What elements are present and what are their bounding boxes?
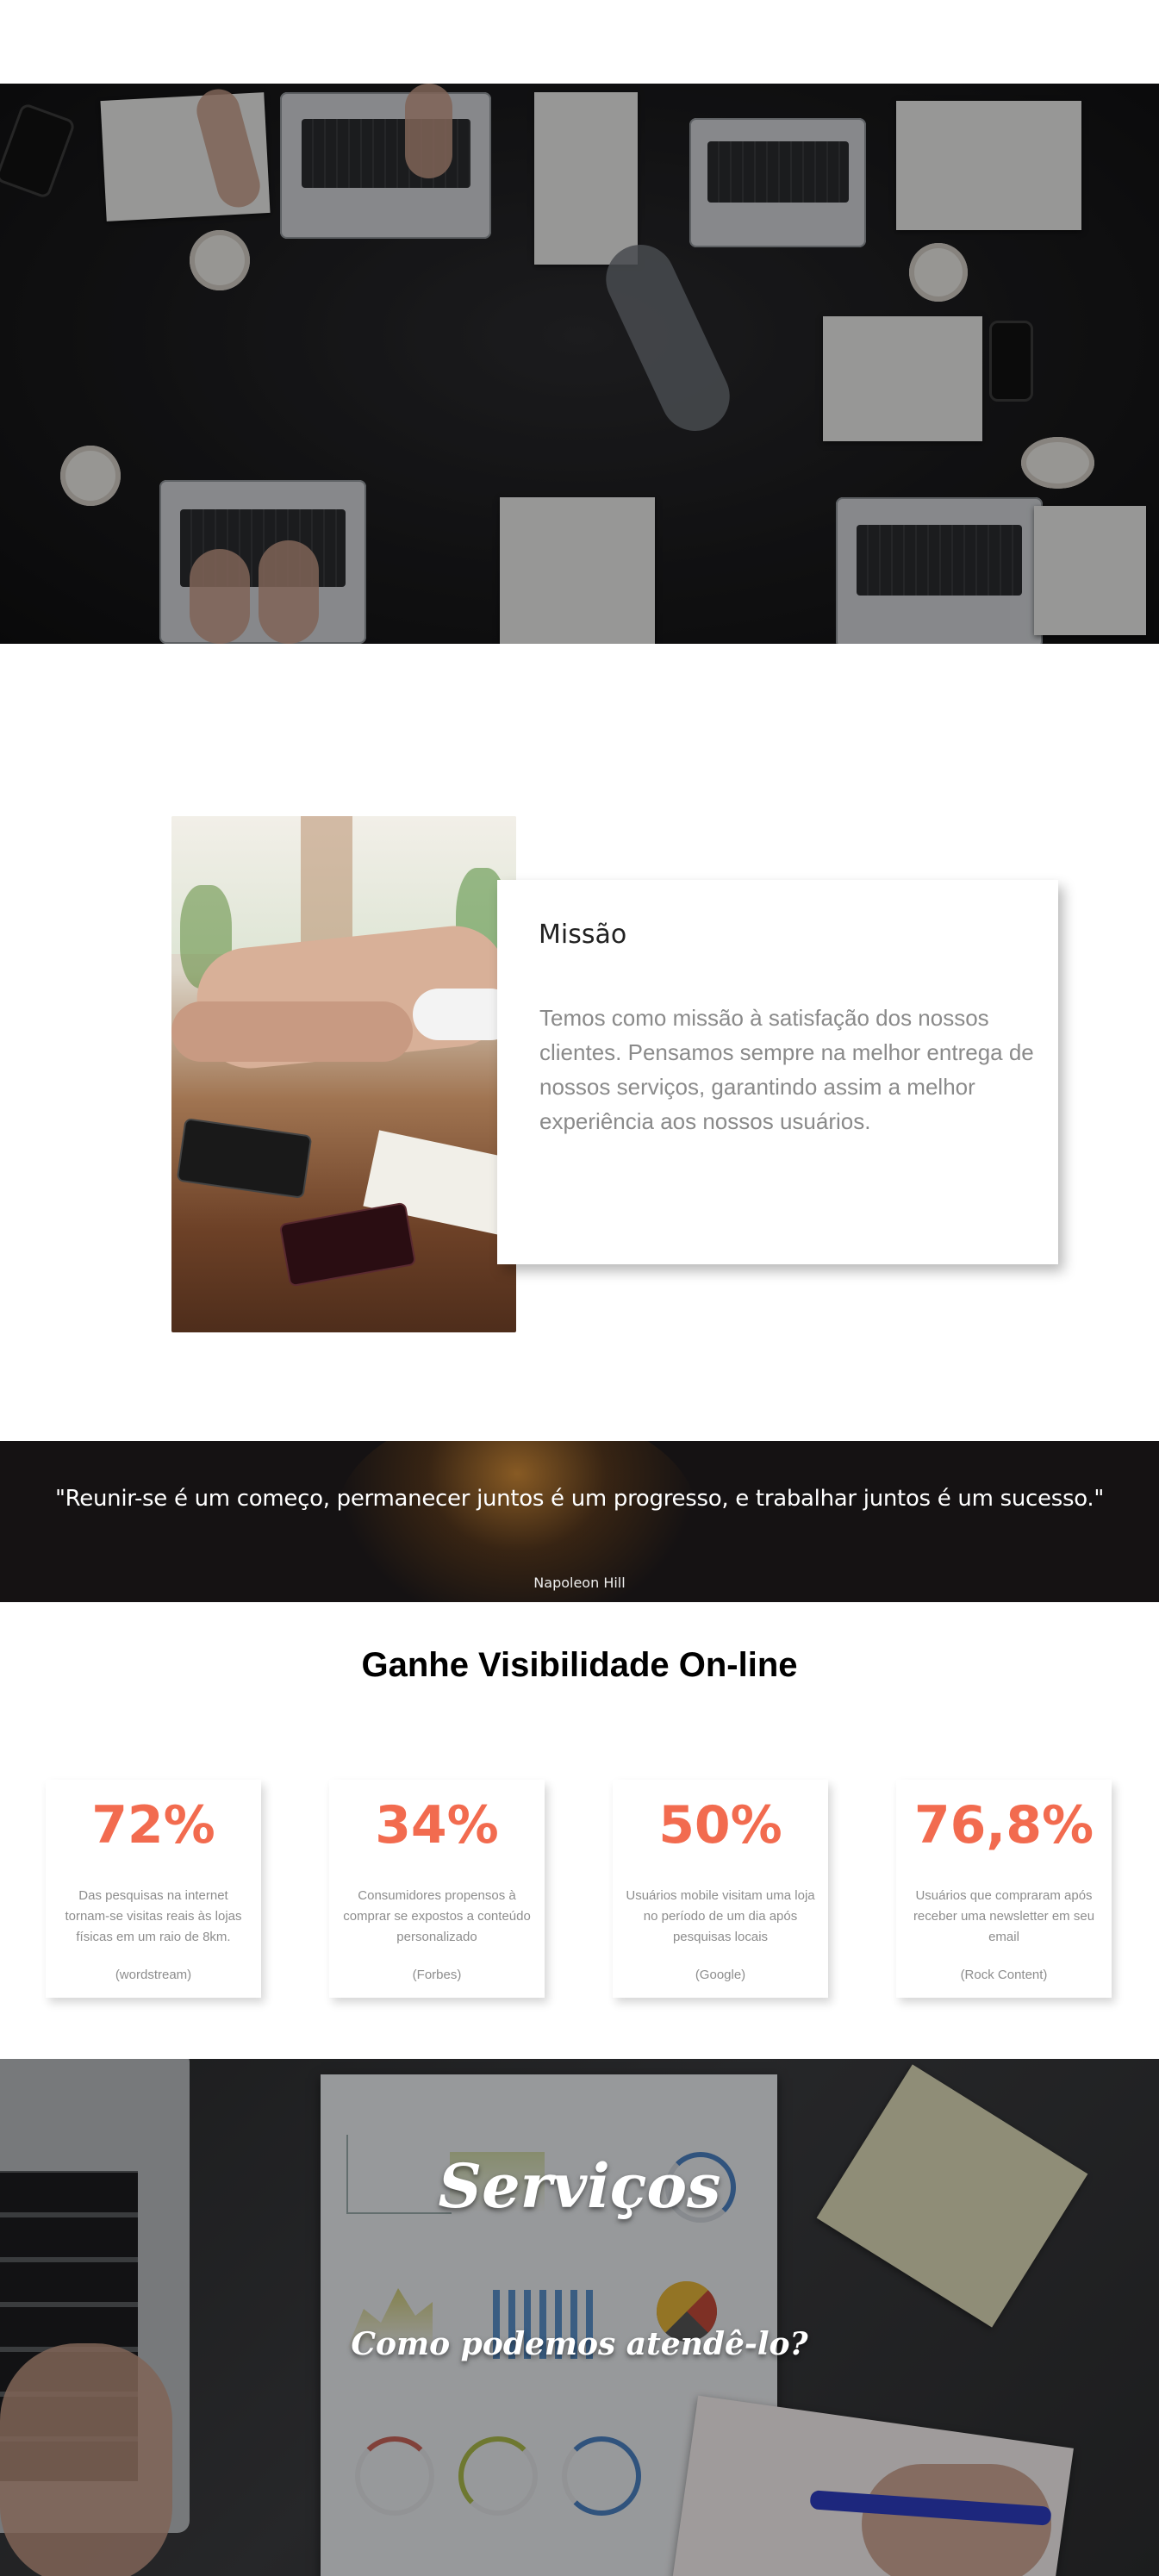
stat-value: 72% — [91, 1795, 215, 1856]
stat-card: 72% Das pesquisas na internet tornam-se … — [46, 1780, 261, 1998]
stat-value: 50% — [658, 1795, 782, 1856]
quote-banner: "Reunir-se é um começo, permanecer junto… — [0, 1441, 1159, 1602]
stat-source: (Google) — [695, 1968, 746, 1982]
hero-banner-image — [0, 84, 1159, 644]
services-subtitle: Como podemos atendê-lo? — [351, 2326, 808, 2362]
stat-description: Consumidores propensos à comprar se expo… — [343, 1888, 531, 1944]
stat-value: 34% — [375, 1795, 499, 1856]
stat-description: Usuários mobile visitam uma loja no perí… — [626, 1888, 815, 1944]
mission-title: Missão — [539, 920, 627, 950]
quote-text: "Reunir-se é um começo, permanecer junto… — [55, 1486, 1104, 1512]
quote-author: Napoleon Hill — [533, 1575, 626, 1591]
mission-card: Missão Temos como missão à satisfação do… — [497, 880, 1058, 1264]
services-banner: Serviços Como podemos atendê-lo? — [0, 2059, 1159, 2576]
mission-team-hands-photo — [171, 816, 516, 1332]
stat-description: Usuários que compraram após receber uma … — [913, 1888, 1095, 1944]
stat-source: (wordstream) — [115, 1968, 192, 1982]
stat-card: 76,8% Usuários que compraram após recebe… — [896, 1780, 1112, 1998]
stat-card: 50% Usuários mobile visitam uma loja no … — [613, 1780, 828, 1998]
stat-source: (Forbes) — [412, 1968, 462, 1982]
stat-value: 76,8% — [913, 1795, 1094, 1856]
stat-source: (Rock Content) — [960, 1968, 1048, 1982]
stat-description: Das pesquisas na internet tornam-se visi… — [65, 1888, 242, 1944]
stat-card: 34% Consumidores propensos à comprar se … — [329, 1780, 545, 1998]
services-title: Serviços — [438, 2150, 721, 2222]
mission-text: Temos como missão à satisfação dos nosso… — [539, 1005, 1034, 1134]
stats-heading: Ganhe Visibilidade On-line — [361, 1646, 798, 1684]
